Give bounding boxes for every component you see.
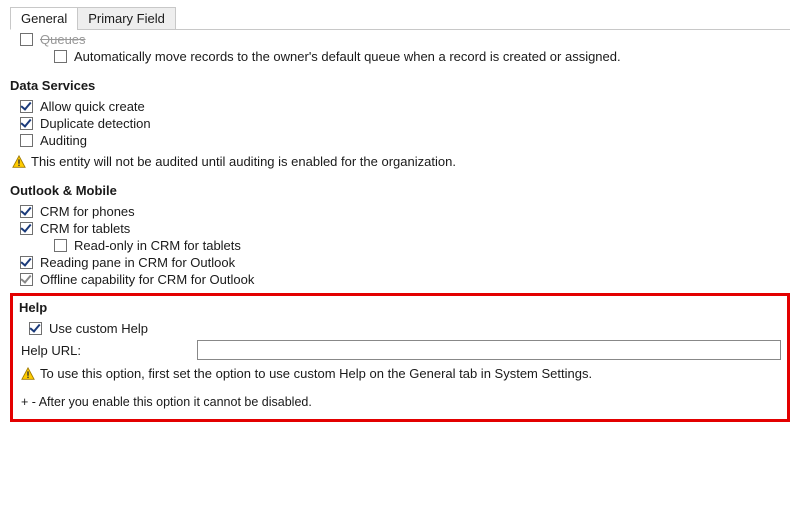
- phones-checkbox[interactable]: [20, 205, 33, 218]
- help-url-label: Help URL:: [21, 343, 197, 358]
- readonly-tablets-label: Read-only in CRM for tablets: [74, 238, 241, 253]
- use-custom-help-checkbox[interactable]: [29, 322, 42, 335]
- dup-detect-checkbox[interactable]: [20, 117, 33, 130]
- quick-create-checkbox[interactable]: [20, 100, 33, 113]
- help-footnote: + - After you enable this option it cann…: [21, 395, 781, 409]
- queues-label: Queues: [40, 32, 86, 47]
- tablets-checkbox[interactable]: [20, 222, 33, 235]
- outlook-heading: Outlook & Mobile: [10, 183, 790, 198]
- tablets-label: CRM for tablets: [40, 221, 130, 236]
- help-section: Help Use custom Help Help URL: To use th…: [10, 293, 790, 422]
- help-url-input[interactable]: [197, 340, 781, 360]
- reading-pane-checkbox[interactable]: [20, 256, 33, 269]
- reading-pane-label: Reading pane in CRM for Outlook: [40, 255, 235, 270]
- tab-general[interactable]: General: [10, 7, 78, 30]
- phones-label: CRM for phones: [40, 204, 135, 219]
- tab-primary-field[interactable]: Primary Field: [77, 7, 176, 30]
- dup-detect-label: Duplicate detection: [40, 116, 151, 131]
- use-custom-help-label: Use custom Help: [49, 321, 148, 336]
- auditing-checkbox[interactable]: [20, 134, 33, 147]
- tab-bar: General Primary Field: [10, 6, 790, 30]
- auto-move-label: Automatically move records to the owner'…: [74, 49, 621, 64]
- warning-icon: [12, 155, 26, 169]
- offline-label: Offline capability for CRM for Outlook: [40, 272, 254, 287]
- quick-create-label: Allow quick create: [40, 99, 145, 114]
- warning-icon: [21, 367, 35, 381]
- readonly-tablets-checkbox[interactable]: [54, 239, 67, 252]
- help-note: To use this option, first set the option…: [40, 366, 592, 381]
- data-services-heading: Data Services: [10, 78, 790, 93]
- offline-checkbox[interactable]: [20, 273, 33, 286]
- auditing-label: Auditing: [40, 133, 87, 148]
- audit-note: This entity will not be audited until au…: [31, 154, 456, 169]
- queues-checkbox[interactable]: [20, 33, 33, 46]
- help-heading: Help: [19, 300, 781, 315]
- auto-move-checkbox[interactable]: [54, 50, 67, 63]
